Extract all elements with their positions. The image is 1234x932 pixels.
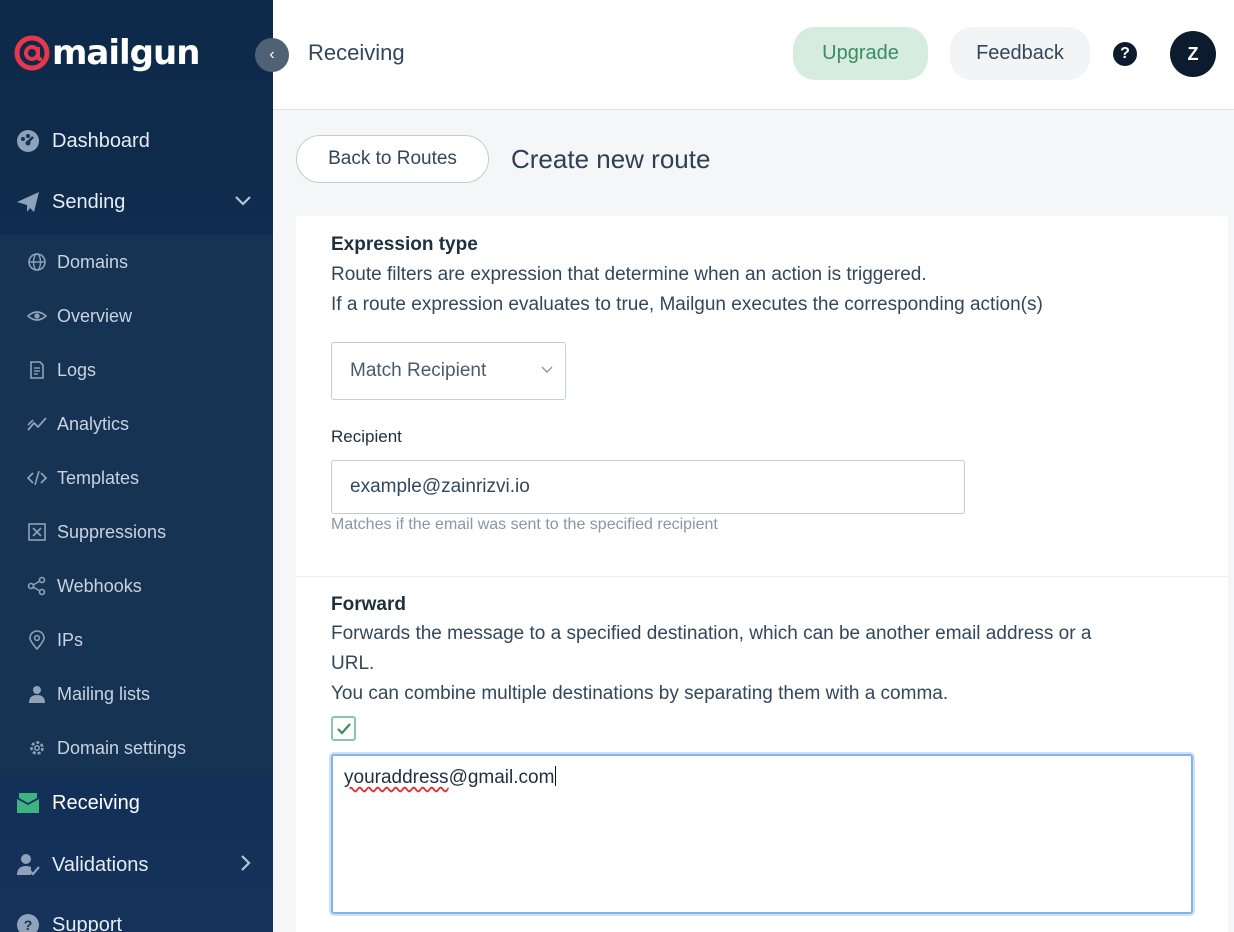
sidebar-item-sending[interactable]: Sending <box>0 173 273 231</box>
sidebar-item-label: Overview <box>57 305 133 326</box>
user-check-icon <box>17 854 40 876</box>
expression-type-select[interactable]: Match Recipient <box>331 342 566 400</box>
chart-line-icon <box>27 417 47 431</box>
sending-subnav: Domains Overview Logs Analytics Template… <box>0 235 273 775</box>
chevron-down-icon <box>541 362 553 377</box>
expression-type-heading: Expression type <box>331 234 478 255</box>
header-title: Receiving <box>308 40 405 65</box>
forward-description-line1: Forwards the message to a specified dest… <box>331 623 1092 644</box>
paper-plane-icon <box>17 192 39 212</box>
forward-description-line2: URL. <box>331 653 375 674</box>
sidebar-item-label: Dashboard <box>52 129 150 152</box>
code-icon <box>27 470 47 486</box>
forward-destination-value: youraddress@gmail.com <box>344 766 557 789</box>
block-icon <box>28 523 46 541</box>
recipient-label: Recipient <box>331 427 402 446</box>
select-value: Match Recipient <box>350 360 487 381</box>
chevron-left-icon: ‹ <box>269 46 275 63</box>
share-icon <box>27 576 46 596</box>
sidebar-item-label: Support <box>52 913 123 932</box>
sidebar-item-label: Analytics <box>57 413 130 434</box>
sidebar-item-label: Validations <box>52 853 149 876</box>
help-icon[interactable]: ? <box>1113 42 1137 66</box>
chevron-right-icon <box>239 853 253 878</box>
back-to-routes-button[interactable]: Back to Routes <box>296 135 489 183</box>
sidebar-item-validations[interactable]: Validations <box>0 836 273 894</box>
gear-icon <box>30 741 44 755</box>
mailgun-at-icon <box>14 35 50 71</box>
sidebar-item-label: Suppressions <box>57 521 167 542</box>
sidebar-item-label: Receiving <box>52 791 140 814</box>
top-header: Receiving Upgrade Feedback ? Z <box>273 0 1234 110</box>
section-divider <box>296 576 1228 577</box>
sidebar-item-domains[interactable]: Domains <box>0 235 273 289</box>
sidebar-item-label: Webhooks <box>57 575 142 596</box>
sidebar-item-support[interactable]: ? Support <box>0 896 273 932</box>
expression-description-line1: Route filters are expression that determ… <box>331 264 927 285</box>
forward-description-line3: You can combine multiple destinations by… <box>331 683 949 704</box>
sidebar-item-label: IPs <box>57 629 84 650</box>
chevron-down-icon <box>233 192 253 213</box>
sidebar-item-webhooks[interactable]: Webhooks <box>0 559 273 613</box>
sidebar-item-domain-settings[interactable]: Domain settings <box>0 721 273 775</box>
inbox-icon <box>17 793 39 813</box>
recipient-help-text: Matches if the email was sent to the spe… <box>331 516 718 533</box>
document-icon <box>30 361 44 379</box>
sidebar-item-label: Mailing lists <box>57 683 151 704</box>
svg-text:?: ? <box>24 917 33 932</box>
forward-heading: Forward <box>331 594 406 615</box>
sidebar-item-dashboard[interactable]: Dashboard <box>0 112 273 170</box>
text-cursor <box>555 766 557 786</box>
globe-icon <box>28 253 46 271</box>
sidebar-item-logs[interactable]: Logs <box>0 343 273 397</box>
sidebar-item-label: Sending <box>52 190 126 213</box>
page-title: Create new route <box>511 144 711 174</box>
feedback-button[interactable]: Feedback <box>950 27 1090 80</box>
recipient-input[interactable] <box>331 460 965 514</box>
help-circle-icon: ? <box>17 914 39 932</box>
sidebar-item-suppressions[interactable]: Suppressions <box>0 505 273 559</box>
sidebar-item-mailing-lists[interactable]: Mailing lists <box>0 667 273 721</box>
misspelled-word: youraddress <box>344 767 449 788</box>
checkmark-icon <box>336 722 351 735</box>
sidebar-item-label: Domains <box>57 251 129 272</box>
mailgun-logo[interactable]: mailgun <box>14 33 200 73</box>
expression-description-line2: If a route expression evaluates to true,… <box>331 294 1043 315</box>
textarea-value-rest: @gmail.com <box>448 767 555 788</box>
sidebar-item-label: Templates <box>57 467 140 488</box>
sidebar-item-label: Logs <box>57 359 97 380</box>
route-form-card: Expression type Route filters are expres… <box>296 216 1228 932</box>
avatar[interactable]: Z <box>1170 31 1216 77</box>
sidebar-item-ips[interactable]: IPs <box>0 613 273 667</box>
collapse-sidebar-button[interactable]: ‹ <box>255 38 289 72</box>
sidebar-item-receiving[interactable]: Receiving <box>0 774 273 832</box>
sidebar-item-label: Domain settings <box>57 737 187 758</box>
upgrade-button[interactable]: Upgrade <box>793 27 928 80</box>
eye-icon <box>27 311 47 321</box>
logo-text: mailgun <box>52 33 200 73</box>
dashboard-icon <box>17 130 39 152</box>
forward-checkbox[interactable] <box>331 716 356 741</box>
person-icon <box>29 686 45 703</box>
location-pin-icon <box>29 630 45 650</box>
sidebar-item-analytics[interactable]: Analytics <box>0 397 273 451</box>
sidebar: mailgun Dashboard Sending Domains Overvi… <box>0 0 273 932</box>
sidebar-item-templates[interactable]: Templates <box>0 451 273 505</box>
sidebar-item-overview[interactable]: Overview <box>0 289 273 343</box>
